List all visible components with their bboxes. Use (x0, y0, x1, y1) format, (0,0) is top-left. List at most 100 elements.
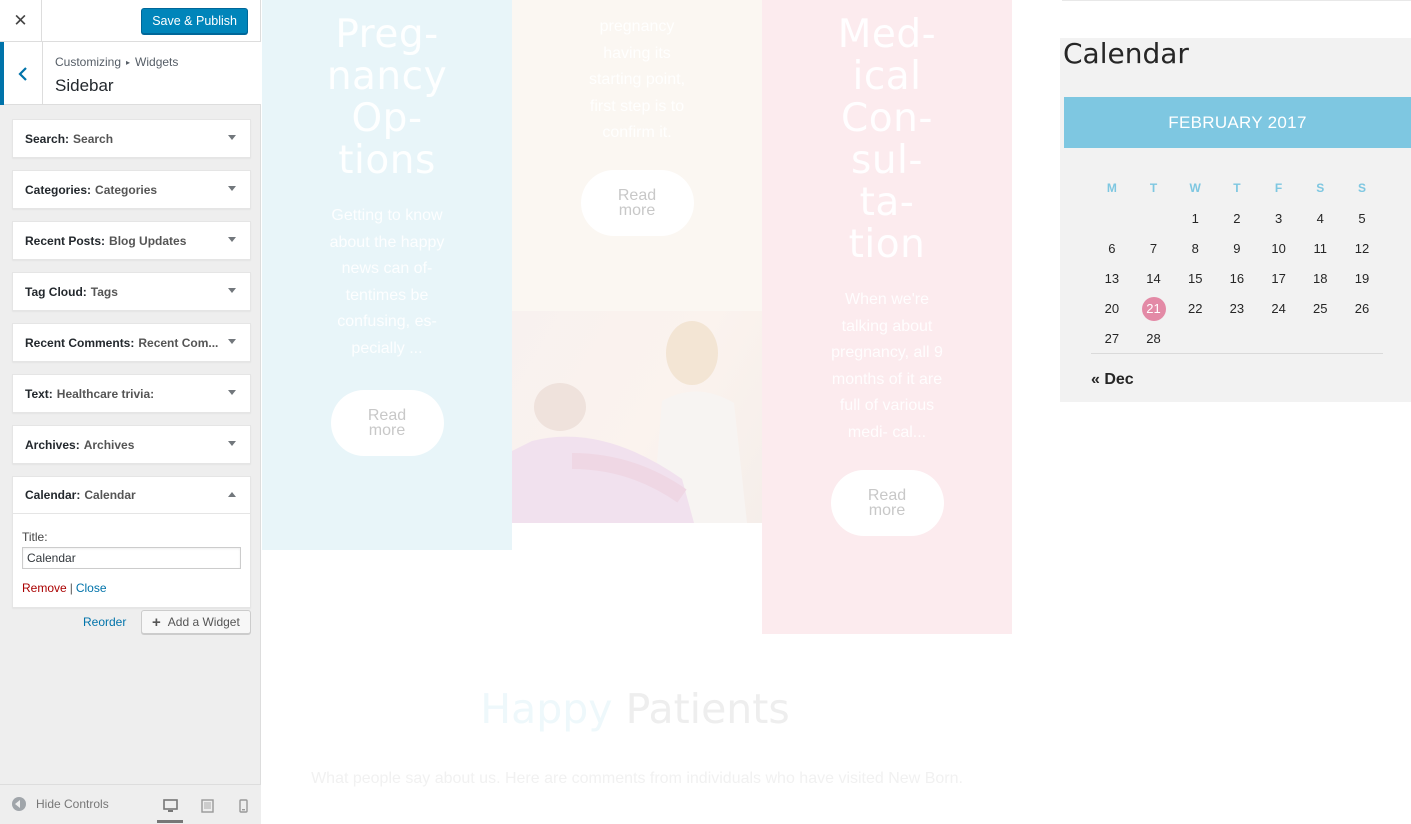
calendar-day[interactable]: 9 (1216, 237, 1258, 261)
widget-title: Recent Com... (138, 335, 219, 350)
calendar-day[interactable]: 24 (1258, 297, 1300, 321)
calendar-day (1341, 327, 1383, 351)
calendar-day[interactable]: 3 (1258, 207, 1300, 231)
calendar-day[interactable]: 8 (1174, 237, 1216, 261)
calendar-day (1258, 327, 1300, 351)
expand-arrow-icon[interactable] (228, 441, 236, 446)
mobile-preview-button[interactable] (230, 793, 256, 819)
calendar-heading: Calendar (1063, 37, 1189, 70)
day-number: 12 (1354, 241, 1370, 256)
expand-arrow-icon[interactable] (228, 186, 236, 191)
widget-header[interactable]: Categories: Categories (13, 171, 250, 208)
read-more-button[interactable]: Read more (330, 389, 444, 456)
weekday-label: W (1189, 181, 1201, 195)
remove-link[interactable]: Remove (22, 581, 67, 595)
calendar-divider (1091, 353, 1383, 354)
close-icon[interactable]: ✕ (0, 0, 42, 41)
widget-header[interactable]: Calendar: Calendar (13, 477, 250, 514)
calendar-day (1133, 207, 1175, 231)
calendar-day[interactable]: 6 (1091, 237, 1133, 261)
widget-recent-posts: Recent Posts: Blog Updates (12, 221, 251, 260)
calendar-day[interactable]: 2 (1216, 207, 1258, 231)
collapse-arrow-icon[interactable] (228, 492, 236, 497)
widget-title: Archives (83, 437, 135, 452)
tablet-preview-button[interactable] (194, 793, 220, 819)
site-preview: Preg- nancy Op- tions Getting to know ab… (262, 0, 1411, 824)
customizer-panel: ✕ Save & Publish Customizing ▸ Widgets Sid… (0, 0, 261, 824)
day-number: 19 (1354, 271, 1370, 286)
widget-header[interactable]: Recent Comments: Recent Com... (13, 324, 250, 361)
read-more-button[interactable]: Read more (580, 169, 694, 236)
calendar-day[interactable]: 25 (1299, 297, 1341, 321)
calendar-day[interactable]: 20 (1091, 297, 1133, 321)
breadcrumb-parent: Customizing (55, 55, 122, 69)
widget-header[interactable]: Archives: Archives (13, 426, 250, 463)
calendar-day-today[interactable]: 21 (1133, 297, 1175, 321)
day-number: 15 (1187, 271, 1203, 286)
calendar-day[interactable]: 14 (1133, 267, 1175, 291)
widget-text: Text: Healthcare trivia: (12, 374, 251, 413)
desktop-preview-button[interactable] (157, 791, 183, 823)
day-number: 11 (1313, 241, 1328, 256)
save-publish-button[interactable]: Save & Publish (141, 8, 248, 34)
doctor-patient-photo (512, 311, 762, 523)
calendar-grid: M T W T F S S 1 2 3 4 5 6 7 8 9 10 11 12 13 14 15 16 17 18 19 20 21… (1091, 176, 1383, 354)
week-row: 6 7 8 9 10 11 12 (1091, 234, 1383, 264)
reorder-link[interactable]: Reorder (83, 615, 126, 629)
calendar-day (1174, 327, 1216, 351)
add-widget-button[interactable]: + Add a Widget (141, 610, 251, 634)
calendar-day[interactable]: 5 (1341, 207, 1383, 231)
calendar-day[interactable]: 26 (1341, 297, 1383, 321)
calendar-day[interactable]: 16 (1216, 267, 1258, 291)
calendar-day[interactable]: 4 (1299, 207, 1341, 231)
expand-arrow-icon[interactable] (228, 339, 236, 344)
calendar-day[interactable]: 12 (1341, 237, 1383, 261)
calendar-day (1216, 327, 1258, 351)
calendar-day[interactable]: 19 (1341, 267, 1383, 291)
calendar-day[interactable]: 11 (1299, 237, 1341, 261)
widget-archives: Archives: Archives (12, 425, 251, 464)
calendar-day[interactable]: 17 (1258, 267, 1300, 291)
widget-type: Tag Cloud: (25, 284, 87, 299)
close-link[interactable]: Close (76, 581, 107, 595)
widget-header[interactable]: Text: Healthcare trivia: (13, 375, 250, 412)
widget-title: Tags (90, 284, 118, 299)
expand-arrow-icon[interactable] (228, 237, 236, 242)
day-number: 5 (1358, 211, 1366, 226)
widget-calendar: Calendar: Calendar Title: Remove|Close (12, 476, 251, 608)
title-input[interactable] (22, 547, 241, 569)
widget-search: Search: Search (12, 119, 251, 158)
calendar-day[interactable]: 27 (1091, 327, 1133, 351)
expand-arrow-icon[interactable] (228, 390, 236, 395)
day-number: 28 (1146, 331, 1161, 346)
calendar-month: FEBRUARY 2017 (1064, 97, 1411, 148)
expand-arrow-icon[interactable] (228, 135, 236, 140)
day-number: 22 (1187, 301, 1203, 316)
hide-controls-button[interactable]: Hide Controls (12, 797, 109, 811)
read-more-button[interactable]: Read more (830, 469, 944, 536)
widget-type: Archives: (25, 437, 80, 452)
day-number: 27 (1104, 331, 1120, 346)
back-button[interactable] (0, 42, 43, 105)
section-title: Sidebar (55, 76, 114, 95)
calendar-day[interactable]: 7 (1133, 237, 1175, 261)
calendar-day[interactable]: 1 (1174, 207, 1216, 231)
calendar-day[interactable]: 13 (1091, 267, 1133, 291)
calendar-day[interactable]: 28 (1133, 327, 1175, 351)
calendar-day[interactable]: 23 (1216, 297, 1258, 321)
widget-header[interactable]: Tag Cloud: Tags (13, 273, 250, 310)
calendar-day[interactable]: 18 (1299, 267, 1341, 291)
day-number: 3 (1274, 211, 1283, 226)
widget-header[interactable]: Search: Search (13, 120, 250, 157)
heading-accent: Happy (480, 685, 613, 733)
column-text: When we're talking about pregnancy, all … (831, 291, 943, 441)
widget-categories: Categories: Categories (12, 170, 251, 209)
widget-title: Blog Updates (109, 233, 187, 248)
expand-arrow-icon[interactable] (228, 288, 236, 293)
week-row: 1 2 3 4 5 (1091, 204, 1383, 234)
previous-month-link[interactable]: « Dec (1091, 371, 1134, 389)
widget-header[interactable]: Recent Posts: Blog Updates (13, 222, 250, 259)
calendar-day[interactable]: 10 (1258, 237, 1300, 261)
calendar-day[interactable]: 15 (1174, 267, 1216, 291)
calendar-day[interactable]: 22 (1174, 297, 1216, 321)
